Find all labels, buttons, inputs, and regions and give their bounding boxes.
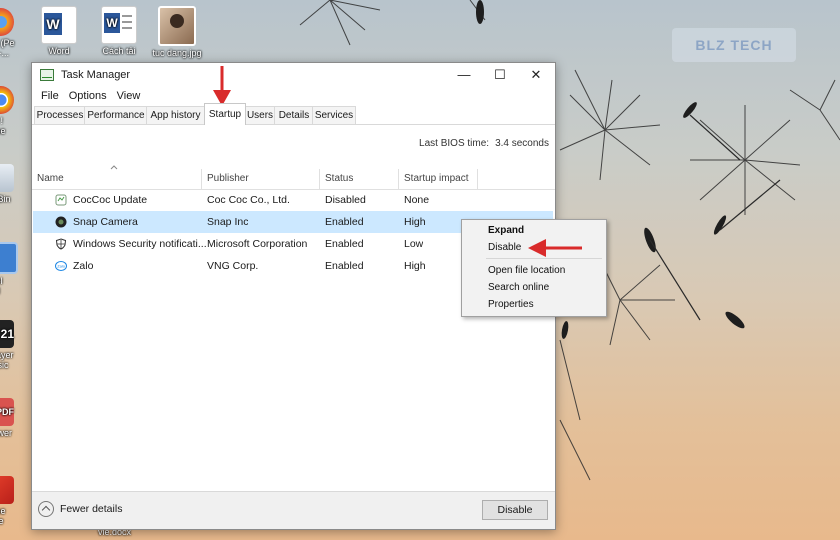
pdf-viewer-label: /iewer [0,428,13,438]
bios-time-label: Last BIOS time: [419,138,490,149]
menu-item-disable[interactable]: Disable [488,242,521,253]
maximize-button[interactable]: ☐ [482,63,518,87]
column-status[interactable]: Status [320,169,399,189]
menu-file[interactable]: File [36,90,64,102]
fewer-details-label: Fewer details [60,503,123,515]
tab-startup[interactable]: Startup [204,103,246,125]
pdf-viewer-desktop-icon[interactable]: PDF /iewer [0,398,20,438]
row-publisher: Coc Coc Co., Ltd. [207,194,290,206]
word-document-icon: W [101,6,137,44]
menu-item-properties[interactable]: Properties [488,299,534,310]
menu-item-expand[interactable]: Expand [488,225,524,236]
bios-time-value: 3.4 seconds [495,138,549,149]
context-menu: Expand Disable Open file location Search… [461,219,607,317]
row-name: CocCoc Update [73,194,148,206]
row-impact: None [404,194,430,206]
row-publisher: Microsoft Corporation [207,238,308,250]
fewer-details-link[interactable]: Fewer details [38,501,122,517]
chrome-icon [0,86,14,114]
bios-time: Last BIOS time: 3.4 seconds [419,138,549,149]
capture-icon [0,476,14,504]
coccoc-update-icon [55,194,67,206]
browser-icon [0,8,14,36]
word-icon: W [41,6,77,44]
pdf-icon: PDF [0,398,14,426]
task-manager-icon [40,69,54,81]
disable-button[interactable]: Disable [482,500,548,520]
row-status: Enabled [325,260,364,272]
menu-bar: File Options View [32,87,555,105]
control-panel-label-1: itrol [0,276,3,286]
zalo-icon: Zalo [55,261,67,271]
tab-details[interactable]: Details [274,106,314,124]
column-startup-impact[interactable]: Startup impact [399,169,478,189]
recycle-bin-label: le Bin [0,194,11,204]
row-name: Zalo [73,260,94,272]
row-publisher: Snap Inc [207,216,249,228]
row-publisher: VNG Corp. [207,260,259,272]
row-status: Enabled [325,238,364,250]
cach-tai-desktop-icon[interactable]: W Cách tải [88,6,150,57]
shield-icon [55,238,67,250]
column-publisher[interactable]: Publisher [202,169,320,189]
menu-item-search-online[interactable]: Search online [488,282,549,293]
browser-label-1: ng (Pe [0,38,15,48]
tuc-dang-desktop-icon[interactable]: tuc dang.jpg [146,6,208,59]
snap-camera-icon [55,216,67,228]
tab-app-history[interactable]: App history [146,106,205,124]
minimize-button[interactable]: — [446,63,482,87]
word-desktop-icon[interactable]: W Word [28,6,90,57]
row-impact: Low [404,238,424,250]
table-row[interactable]: CocCoc Update Coc Coc Co., Ltd. Disabled… [33,189,553,211]
tab-users[interactable]: Users [244,106,276,124]
watermark-logo: BLZ TECH [672,28,796,62]
control-panel-icon [0,242,18,274]
media-player-label-2: assic [0,360,9,370]
word-icon-label: Word [48,46,70,56]
capture-label-2: ture [0,516,4,526]
recycle-bin-desktop-icon[interactable]: le Bin [0,164,20,204]
capture-desktop-icon[interactable]: tone ture [0,476,20,526]
media-player-label-1: Player [0,350,14,360]
svg-text:Zalo: Zalo [57,264,66,269]
close-button[interactable]: ✕ [518,63,554,87]
tab-processes[interactable]: Processes [34,106,86,124]
chrome-label-2: ome [0,126,6,136]
browser-label-2: g) -... [0,48,10,58]
tab-services[interactable]: Services [312,106,356,124]
chevron-up-icon [38,501,54,517]
recycle-bin-icon [0,164,14,192]
tab-strip: Processes Performance App history Startu… [32,103,555,125]
browser-desktop-icon[interactable]: ng (Pe g) -... [0,8,20,58]
row-name: Windows Security notificati... [73,238,207,250]
column-name[interactable]: Name [32,169,202,189]
row-impact: High [404,216,426,228]
tab-performance[interactable]: Performance [84,106,148,124]
capture-label-1: tone [0,506,6,516]
control-panel-desktop-icon[interactable]: itrol nel [0,242,20,296]
row-name: Snap Camera [73,216,138,228]
arrow-to-disable-icon [528,239,582,257]
menu-options[interactable]: Options [64,90,112,102]
tuc-dang-label: tuc dang.jpg [152,48,202,58]
title-bar[interactable]: Task Manager — ☐ ✕ [32,63,555,87]
window-title: Task Manager [61,69,131,81]
row-impact: High [404,260,426,272]
chrome-label-1: ận ! [0,116,4,126]
status-bar: Fewer details Disable [32,491,555,529]
control-panel-label-2: nel [0,286,20,296]
cach-tai-label: Cách tải [102,46,136,56]
row-status: Enabled [325,216,364,228]
photo-thumbnail-icon [158,6,196,46]
row-status: Disabled [325,194,366,206]
media-player-icon: 21 [0,320,14,348]
arrow-to-startup-tab-icon [213,66,231,106]
media-player-desktop-icon[interactable]: 21 Player assic [0,320,20,370]
menu-item-open-file-location[interactable]: Open file location [488,265,565,276]
chrome-desktop-icon[interactable]: ận ! ome [0,86,20,136]
menu-view[interactable]: View [112,90,146,102]
